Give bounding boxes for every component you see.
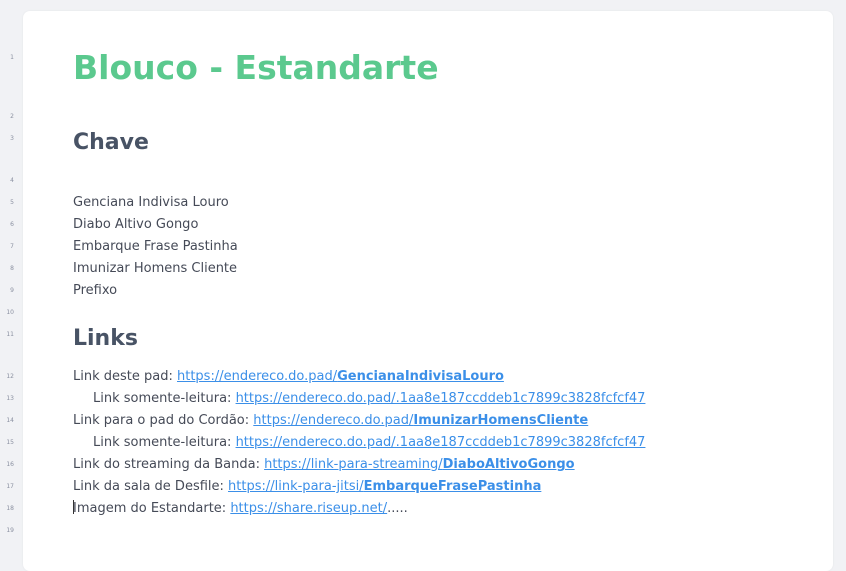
link-label: Link para o pad do Cordão: xyxy=(73,413,254,428)
key-line[interactable]: Embarque Frase Pastinha xyxy=(73,236,238,258)
line-number: 12 xyxy=(6,373,14,380)
streaming-link[interactable]: https://link-para-streaming/DiaboAltivoG… xyxy=(264,457,575,472)
link-line[interactable]: Link somente-leitura: https://endereco.d… xyxy=(73,388,645,410)
image-link[interactable]: https://share.riseup.net/ xyxy=(230,501,387,516)
line-number: 13 xyxy=(6,395,14,402)
heading-chave[interactable]: Chave xyxy=(73,128,149,158)
link-url-bold: GencianaIndivisaLouro xyxy=(337,369,504,384)
line-number: 8 xyxy=(10,265,14,272)
key-line[interactable]: Imunizar Homens Cliente xyxy=(73,258,237,280)
line-number-gutter: 1 2 3 4 5 6 7 8 9 10 11 12 13 14 15 16 1… xyxy=(0,0,22,548)
link-url-bold: EmbarqueFrasePastinha xyxy=(363,479,542,494)
link-url: https://link-para-streaming/ xyxy=(264,457,443,472)
link-url: https://link-para-jitsi/ xyxy=(228,479,364,494)
link-url: https://endereco.do.pad/ xyxy=(177,369,338,384)
link-url: https://endereco.do.pad/.1aa8e187ccddeb1… xyxy=(235,435,646,450)
link-label: Link do streaming da Banda: xyxy=(73,457,265,472)
cordao-pad-link[interactable]: https://endereco.do.pad/ImunizarHomensCl… xyxy=(253,413,588,428)
line-number: 6 xyxy=(10,221,14,228)
link-line[interactable]: Imagem do Estandarte: https://share.rise… xyxy=(73,498,408,520)
link-line[interactable]: Link somente-leitura: https://endereco.d… xyxy=(73,432,645,454)
line-number: 19 xyxy=(6,527,14,534)
link-label: Link deste pad: xyxy=(73,369,177,384)
line-number: 9 xyxy=(10,287,14,294)
line-number: 18 xyxy=(6,505,14,512)
line-number: 14 xyxy=(6,417,14,424)
link-label: Link somente-leitura: xyxy=(93,391,236,406)
line-number: 1 xyxy=(10,54,14,61)
readonly-link[interactable]: https://endereco.do.pad/.1aa8e187ccddeb1… xyxy=(236,435,646,450)
line-number: 17 xyxy=(6,483,14,490)
line-number: 2 xyxy=(10,113,14,120)
link-url: https://endereco.do.pad/.1aa8e187ccddeb1… xyxy=(235,391,646,406)
line-number: 7 xyxy=(10,243,14,250)
link-line[interactable]: Link da sala de Desfile: https://link-pa… xyxy=(73,476,541,498)
line-number: 5 xyxy=(10,199,14,206)
line-number: 3 xyxy=(10,135,14,142)
key-line[interactable]: Prefixo xyxy=(73,280,117,302)
link-url-bold: ImunizarHomensCliente xyxy=(413,413,589,428)
link-suffix: ..... xyxy=(387,501,408,516)
line-number: 16 xyxy=(6,461,14,468)
link-label: Link da sala de Desfile: xyxy=(73,479,229,494)
readonly-link[interactable]: https://endereco.do.pad/.1aa8e187ccddeb1… xyxy=(236,391,646,406)
link-label: Imagem do Estandarte: xyxy=(73,501,231,516)
key-line[interactable]: Genciana Indivisa Louro xyxy=(73,192,229,214)
link-line[interactable]: Link para o pad do Cordão: https://ender… xyxy=(73,410,588,432)
link-url-bold: DiaboAltivoGongo xyxy=(442,457,575,472)
line-number: 10 xyxy=(6,309,14,316)
key-line[interactable]: Diabo Altivo Gongo xyxy=(73,214,198,236)
document-title[interactable]: Blouco - Estandarte xyxy=(73,48,439,88)
line-number: 11 xyxy=(6,331,14,338)
link-url: https://share.riseup.net/ xyxy=(230,501,388,516)
link-label: Link somente-leitura: xyxy=(93,435,236,450)
heading-links[interactable]: Links xyxy=(73,324,138,354)
link-line[interactable]: Link deste pad: https://endereco.do.pad/… xyxy=(73,366,504,388)
line-number: 4 xyxy=(10,177,14,184)
jitsi-link[interactable]: https://link-para-jitsi/EmbarqueFrasePas… xyxy=(228,479,541,494)
link-url: https://endereco.do.pad/ xyxy=(253,413,414,428)
pad-link[interactable]: https://endereco.do.pad/GencianaIndivisa… xyxy=(177,369,504,384)
line-number: 15 xyxy=(6,439,14,446)
link-line[interactable]: Link do streaming da Banda: https://link… xyxy=(73,454,575,476)
